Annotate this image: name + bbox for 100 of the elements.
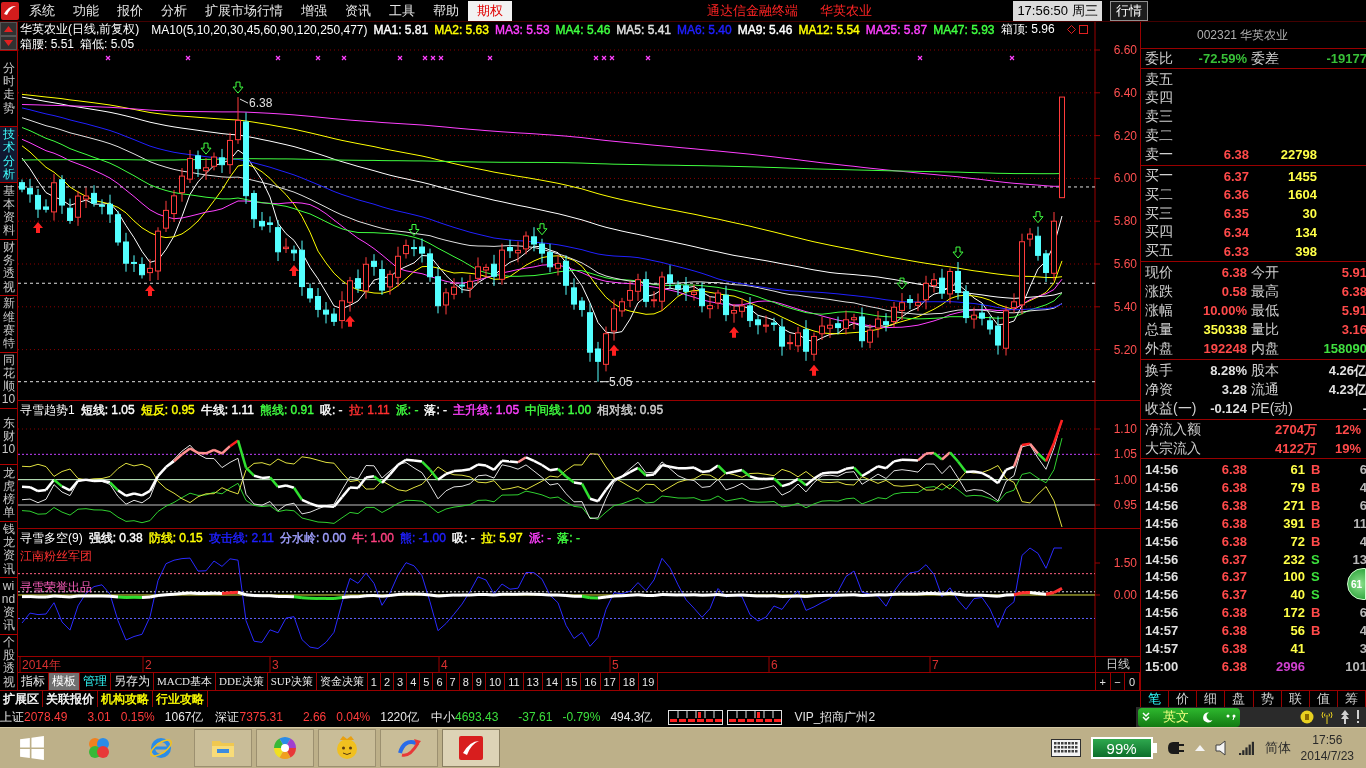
trade-count: 6 — [1358, 605, 1366, 621]
language-indicator[interactable]: 简体 — [1264, 739, 1291, 757]
menu-item[interactable]: 系统 — [20, 0, 64, 21]
side-tab[interactable]: 财务透视 — [0, 238, 17, 296]
menu-item[interactable]: 工具 — [380, 0, 424, 21]
toolbar-button[interactable]: DDE决策 — [216, 673, 268, 690]
toolbar-button[interactable]: 资金决策 — [316, 673, 368, 690]
index-turnover: 1220亿 — [380, 708, 419, 726]
page-button[interactable]: 17 — [600, 673, 620, 690]
trade-time: 14:56 — [1145, 462, 1180, 478]
high-price-label: 6.38 — [249, 96, 273, 111]
page-button[interactable]: 15 — [562, 673, 582, 690]
page-button[interactable]: 19 — [639, 673, 659, 690]
side-tab[interactable]: 新维赛特 — [0, 295, 17, 352]
page-button[interactable]: 9 — [472, 673, 486, 690]
period-button[interactable]: 日线 — [1095, 657, 1140, 672]
page-button[interactable]: 6 — [433, 673, 447, 690]
index-name: 深证 — [215, 708, 240, 726]
flow-share: 12% — [1333, 422, 1361, 437]
ime-mode-button[interactable]: 英文 — [1163, 708, 1190, 726]
app-logo-icon[interactable] — [1, 1, 19, 20]
plug-icon[interactable] — [1166, 741, 1185, 755]
order-price: 6.33 — [1222, 243, 1249, 259]
signal-bars-icon[interactable] — [1238, 741, 1255, 755]
keyboard-icon[interactable] — [1050, 739, 1081, 757]
quote-label: 股本 — [1251, 361, 1280, 380]
zoom-button[interactable]: − — [1110, 673, 1126, 690]
page-button[interactable]: 8 — [459, 673, 473, 690]
ma-value: MA9: 5.46 — [737, 22, 793, 37]
menu-item[interactable]: 期权 — [468, 0, 512, 21]
menu-item[interactable]: 资讯 — [336, 0, 380, 21]
menu-item[interactable]: 报价 — [108, 0, 152, 21]
moon-icon[interactable] — [1202, 711, 1213, 723]
taskbar-time[interactable]: 17:56 — [1312, 732, 1343, 748]
date-label: 2014年 — [22, 658, 61, 672]
menu-item[interactable]: 帮助 — [424, 0, 468, 21]
order-volume: 398 — [1294, 243, 1317, 259]
ma-value: MA1: 5.81 — [373, 22, 429, 37]
side-tab[interactable]: 个股透视 — [0, 633, 17, 691]
quote-label: 最低 — [1251, 301, 1280, 320]
toolbar-button[interactable]: MACD基本 — [154, 673, 216, 690]
double-chevron-icon[interactable] — [1142, 712, 1150, 722]
page-button[interactable]: 13 — [523, 673, 543, 690]
taskbar-app-button[interactable] — [256, 729, 314, 767]
taskbar-app-button[interactable] — [442, 729, 500, 767]
taskbar-date[interactable]: 2014/7/23 — [1300, 748, 1354, 764]
trade-time: 14:56 — [1145, 515, 1180, 531]
quote-button[interactable]: 行情 — [1110, 0, 1148, 21]
diamond-icon[interactable] — [1066, 25, 1076, 34]
toolbar-button[interactable]: 管理 — [80, 673, 111, 690]
zoom-button[interactable]: 0 — [1125, 673, 1140, 690]
coin-icon[interactable] — [1300, 710, 1314, 724]
taskbar-app-button[interactable] — [380, 729, 438, 767]
page-button[interactable]: 10 — [485, 673, 506, 690]
taskbar-app-button[interactable] — [194, 729, 252, 767]
side-tab[interactable]: 技术分析 — [0, 125, 17, 183]
page-button[interactable]: 11 — [505, 673, 524, 690]
page-button[interactable]: 5 — [420, 673, 434, 690]
menu-item[interactable]: 分析 — [152, 0, 196, 21]
down-arrow-icon — [232, 81, 244, 94]
tree-icon[interactable] — [1340, 710, 1350, 724]
antenna-icon[interactable] — [1320, 710, 1334, 724]
toolbar-button[interactable]: 模板 — [49, 673, 80, 690]
index-name: 上证 — [0, 708, 24, 726]
quote-label: 净资 — [1145, 380, 1174, 399]
toolbar-button[interactable]: 另存为 — [111, 673, 154, 690]
page-button[interactable]: 4 — [407, 673, 421, 690]
order-level-label: 卖二 — [1145, 126, 1174, 145]
speaker-icon[interactable] — [1214, 740, 1229, 756]
menu-item[interactable]: 扩展市场行情 — [196, 0, 292, 21]
order-level-label: 买一 — [1145, 167, 1174, 185]
menu-item[interactable]: 功能 — [64, 0, 108, 21]
menu-item[interactable]: 增强 — [292, 0, 336, 21]
page-button[interactable]: 2 — [380, 673, 395, 690]
toolbar-button[interactable]: SUP决策 — [267, 673, 317, 690]
square-icon[interactable] — [1078, 25, 1088, 34]
page-button[interactable]: 18 — [619, 673, 640, 690]
page-button[interactable]: 7 — [446, 673, 460, 690]
scroll-down-button[interactable] — [0, 36, 17, 50]
trade-time: 14:56 — [1145, 533, 1180, 549]
credit-text: 寻雪荣誉出品 — [20, 580, 92, 594]
quote-value: 10.00% — [1201, 303, 1248, 318]
side-tab[interactable]: wind资讯 — [0, 577, 17, 634]
quote-value: -0.124 — [1209, 401, 1248, 416]
side-tab[interactable]: 龙虎榜单 — [0, 464, 17, 521]
side-tab[interactable]: 基本资料 — [0, 182, 17, 239]
exclamation-icon[interactable] — [1356, 710, 1360, 724]
page-button[interactable]: 14 — [542, 673, 563, 690]
indicator-value: 中间线: 1.00 — [525, 401, 592, 419]
quote-label: 总量 — [1145, 320, 1174, 339]
side-tab[interactable]: 钱龙资讯 — [0, 520, 17, 578]
page-button[interactable]: 1 — [367, 673, 381, 690]
ime-toolbar[interactable]: 英文 — [1138, 707, 1240, 727]
quote-label: 涨跌 — [1145, 282, 1174, 301]
order-volume: 1604 — [1287, 187, 1317, 203]
page-button[interactable]: 16 — [581, 673, 601, 690]
zoom-button[interactable]: + — [1096, 673, 1111, 690]
punctuation-icon[interactable] — [1226, 713, 1236, 721]
cross-mark-icon — [487, 55, 493, 61]
page-button[interactable]: 3 — [394, 673, 408, 690]
